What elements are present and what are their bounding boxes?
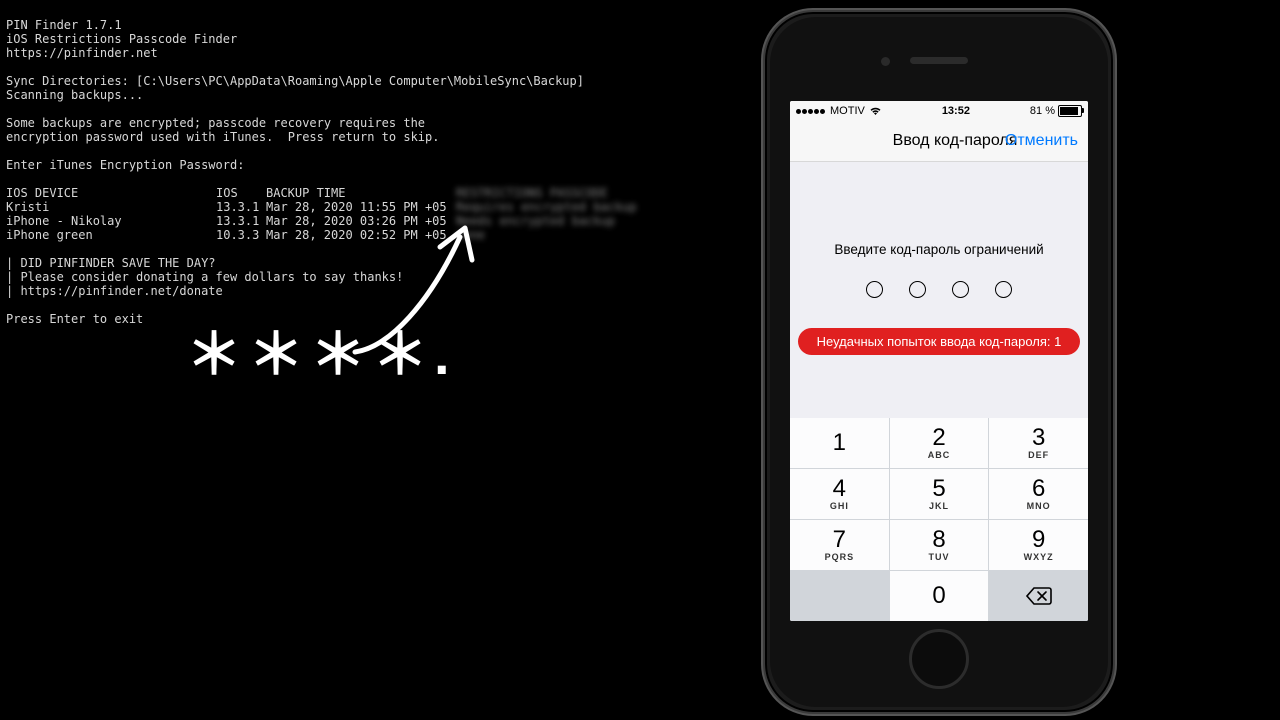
keypad-0-button[interactable]: 0: [890, 571, 989, 621]
battery-percent: 81 %: [1030, 105, 1055, 117]
keypad-7-button[interactable]: 7PQRS: [790, 520, 889, 570]
passcode-content: Введите код-пароль ограничений Неудачных…: [790, 162, 1088, 442]
backspace-icon: [1026, 587, 1052, 605]
numeric-keypad: 1 2ABC 3DEF 4GHI 5JKL 6MNO 7PQRS 8TUV 9W…: [790, 418, 1088, 621]
terminal-enter-password: Enter iTunes Encryption Password:: [6, 158, 244, 172]
nav-bar: Ввод код-пароля Отменить: [790, 121, 1088, 162]
terminal-sync-line: Sync Directories: [C:\Users\PC\AppData\R…: [6, 74, 584, 88]
terminal-title: PIN Finder 1.7.1: [6, 18, 122, 32]
passcode-dot: [866, 281, 883, 298]
passcode-dot: [995, 281, 1012, 298]
terminal-donate-1: | DID PINFINDER SAVE THE DAY?: [6, 256, 216, 270]
terminal-encrypt-note-1: Some backups are encrypted; passcode rec…: [6, 116, 425, 130]
home-button[interactable]: [909, 629, 969, 689]
battery-icon: [1058, 105, 1082, 117]
signal-icon: [796, 105, 826, 117]
status-time: 13:52: [882, 105, 1030, 117]
terminal-donate-2: | Please consider donating a few dollars…: [6, 270, 403, 284]
terminal-scanning: Scanning backups...: [6, 88, 143, 102]
failed-attempts-badge: Неудачных попыток ввода код-пароля: 1: [798, 328, 1080, 355]
passcode-dot: [952, 281, 969, 298]
arrow-icon: [350, 222, 500, 362]
passcode-prompt: Введите код-пароль ограничений: [790, 242, 1088, 257]
keypad-4-button[interactable]: 4GHI: [790, 469, 889, 519]
keypad-5-button[interactable]: 5JKL: [890, 469, 989, 519]
keypad-9-button[interactable]: 9WXYZ: [989, 520, 1088, 570]
keypad-3-button[interactable]: 3DEF: [989, 418, 1088, 468]
speaker-icon: [910, 57, 968, 64]
keypad-blank: [790, 571, 889, 621]
keypad-backspace-button[interactable]: [989, 571, 1088, 621]
front-camera-icon: [881, 57, 890, 66]
iphone-frame: MOTIV 13:52 81 % Ввод код-пароля Отменит…: [763, 10, 1115, 714]
terminal-encrypt-note-2: encryption password used with iTunes. Pr…: [6, 130, 439, 144]
terminal-url: https://pinfinder.net: [6, 46, 158, 60]
carrier-label: MOTIV: [830, 105, 865, 117]
keypad-8-button[interactable]: 8TUV: [890, 520, 989, 570]
keypad-1-button[interactable]: 1: [790, 418, 889, 468]
terminal-subtitle: iOS Restrictions Passcode Finder: [6, 32, 237, 46]
status-bar: MOTIV 13:52 81 %: [790, 101, 1088, 121]
iphone-screen: MOTIV 13:52 81 % Ввод код-пароля Отменит…: [790, 101, 1088, 621]
keypad-6-button[interactable]: 6MNO: [989, 469, 1088, 519]
terminal-donate-3: | https://pinfinder.net/donate: [6, 284, 223, 298]
wifi-icon: [869, 106, 882, 116]
keypad-2-button[interactable]: 2ABC: [890, 418, 989, 468]
passcode-dots: [790, 281, 1088, 298]
terminal-table-header: IOS DEVICEIOSBACKUP TIMERESTRICTIONS PAS…: [6, 186, 576, 200]
page-title: Ввод код-пароля: [893, 132, 1018, 150]
table-row: Kristi13.3.1Mar 28, 2020 11:55 PM +05Req…: [6, 200, 576, 214]
cancel-button[interactable]: Отменить: [1005, 132, 1078, 150]
passcode-dot: [909, 281, 926, 298]
terminal-exit: Press Enter to exit: [6, 312, 143, 326]
terminal-output: PIN Finder 1.7.1 iOS Restrictions Passco…: [0, 0, 590, 330]
